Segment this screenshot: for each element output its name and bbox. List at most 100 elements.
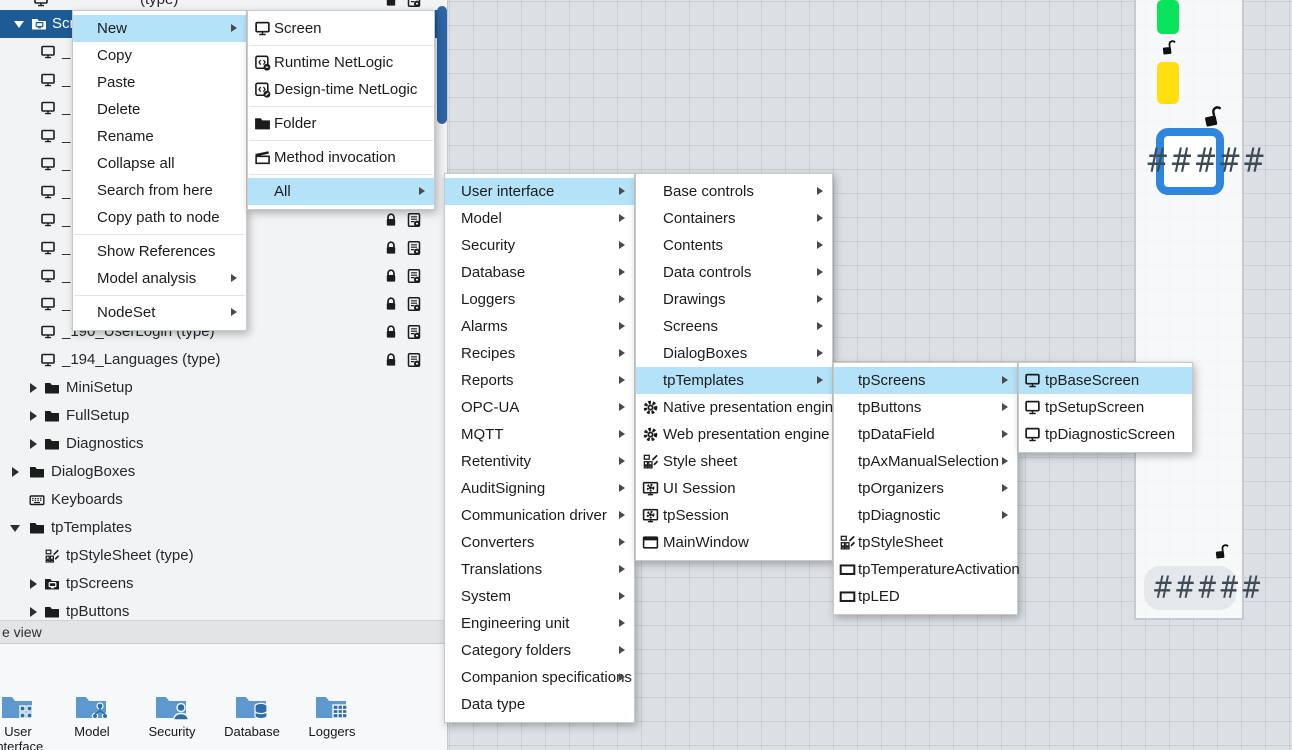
menu-item-paste[interactable]: Paste bbox=[73, 69, 246, 96]
yellow-indicator-widget[interactable] bbox=[1157, 62, 1179, 104]
lock-icon[interactable] bbox=[383, 0, 399, 8]
collapse-arrow-icon[interactable] bbox=[10, 525, 20, 532]
lock-icon[interactable] bbox=[383, 324, 399, 340]
menu-item-translations[interactable]: Translations bbox=[445, 556, 634, 583]
menu-item-security[interactable]: Security bbox=[445, 232, 634, 259]
menu-item-tptemperatureactivation[interactable]: tpTemperatureActivation bbox=[834, 556, 1017, 583]
menu-item-all[interactable]: All bbox=[248, 178, 434, 205]
menu-item-tptemplates[interactable]: tpTemplates bbox=[636, 367, 832, 394]
menu-item-tpbasescreen[interactable]: tpBaseScreen bbox=[1019, 367, 1192, 394]
menu-item-base-controls[interactable]: Base controls bbox=[636, 178, 832, 205]
menu-item-retentivity[interactable]: Retentivity bbox=[445, 448, 634, 475]
menu-item-mqtt[interactable]: MQTT bbox=[445, 421, 634, 448]
expand-arrow-icon[interactable] bbox=[30, 439, 37, 449]
collapse-arrow-icon[interactable] bbox=[14, 21, 24, 28]
menu-item-model[interactable]: Model bbox=[445, 205, 634, 232]
menu-item-database[interactable]: Database bbox=[445, 259, 634, 286]
menu-item-native-presentation-engine[interactable]: Native presentation engine bbox=[636, 394, 832, 421]
menu-item-web-presentation-engine[interactable]: Web presentation engine bbox=[636, 421, 832, 448]
node-settings-icon[interactable] bbox=[406, 296, 422, 312]
tree-row[interactable]: _194_Languages (type) bbox=[0, 346, 448, 374]
lock-icon[interactable] bbox=[383, 212, 399, 228]
toolbar-item-user-interface[interactable]: User Interface bbox=[0, 692, 53, 750]
menu-item-drawings[interactable]: Drawings bbox=[636, 286, 832, 313]
expand-arrow-icon[interactable] bbox=[30, 411, 37, 421]
menu-item-screens[interactable]: Screens bbox=[636, 313, 832, 340]
menu-item-tpsession[interactable]: tpSession bbox=[636, 502, 832, 529]
menu-item-show-references[interactable]: Show References bbox=[73, 238, 246, 265]
expand-arrow-icon[interactable] bbox=[30, 607, 37, 617]
tree-row[interactable]: tpStyleSheet (type) bbox=[0, 542, 448, 570]
menu-item-search-from-here[interactable]: Search from here bbox=[73, 177, 246, 204]
menu-item-ui-session[interactable]: UI Session bbox=[636, 475, 832, 502]
node-settings-icon[interactable] bbox=[406, 352, 422, 368]
menu-item-tpled[interactable]: tpLED bbox=[834, 583, 1017, 610]
tree-row[interactable]: tpScreens bbox=[0, 570, 448, 598]
tree-row[interactable]: Keyboards bbox=[0, 486, 448, 514]
menu-item-tpaxmanualselection[interactable]: tpAxManualSelection bbox=[834, 448, 1017, 475]
menu-item-converters[interactable]: Converters bbox=[445, 529, 634, 556]
lock-icon[interactable] bbox=[383, 296, 399, 312]
menu-item-delete[interactable]: Delete bbox=[73, 96, 246, 123]
menu-item-mainwindow[interactable]: MainWindow bbox=[636, 529, 832, 556]
menu-item-user-interface[interactable]: User interface bbox=[445, 178, 634, 205]
menu-item-communication-driver[interactable]: Communication driver bbox=[445, 502, 634, 529]
green-indicator-widget[interactable] bbox=[1157, 0, 1179, 34]
menu-item-containers[interactable]: Containers bbox=[636, 205, 832, 232]
menu-item-contents[interactable]: Contents bbox=[636, 232, 832, 259]
lock-icon[interactable] bbox=[383, 352, 399, 368]
menu-item-opc-ua[interactable]: OPC-UA bbox=[445, 394, 634, 421]
menu-item-method-invocation[interactable]: Method invocation bbox=[248, 144, 434, 171]
menu-item-dialogboxes[interactable]: DialogBoxes bbox=[636, 340, 832, 367]
toolbar-item-security[interactable]: Security bbox=[137, 692, 207, 739]
menu-item-loggers[interactable]: Loggers bbox=[445, 286, 634, 313]
menu-item-nodeset[interactable]: NodeSet bbox=[73, 299, 246, 326]
lock-icon[interactable] bbox=[383, 268, 399, 284]
menu-item-design-time-netlogic[interactable]: Design-time NetLogic bbox=[248, 76, 434, 103]
menu-item-collapse-all[interactable]: Collapse all bbox=[73, 150, 246, 177]
toolbar-item-database[interactable]: Database bbox=[217, 692, 287, 739]
toolbar-item-loggers[interactable]: Loggers bbox=[297, 692, 367, 739]
node-settings-icon[interactable] bbox=[406, 324, 422, 340]
menu-item-data-controls[interactable]: Data controls bbox=[636, 259, 832, 286]
canvas-column[interactable]: ##### ##### bbox=[1134, 0, 1244, 620]
tree-row[interactable]: tpTemplates bbox=[0, 514, 448, 542]
menu-item-category-folders[interactable]: Category folders bbox=[445, 637, 634, 664]
menu-item-data-type[interactable]: Data type bbox=[445, 691, 634, 718]
menu-item-rename[interactable]: Rename bbox=[73, 123, 246, 150]
menu-item-screen[interactable]: Screen bbox=[248, 15, 434, 42]
menu-item-tpsetupscreen[interactable]: tpSetupScreen bbox=[1019, 394, 1192, 421]
menu-item-model-analysis[interactable]: Model analysis bbox=[73, 265, 246, 292]
expand-arrow-icon[interactable] bbox=[30, 579, 37, 589]
menu-item-runtime-netlogic[interactable]: Runtime NetLogic bbox=[248, 49, 434, 76]
menu-item-tpbuttons[interactable]: tpButtons bbox=[834, 394, 1017, 421]
node-settings-icon[interactable] bbox=[406, 212, 422, 228]
tree-row[interactable]: FullSetup bbox=[0, 402, 448, 430]
menu-item-engineering-unit[interactable]: Engineering unit bbox=[445, 610, 634, 637]
expand-arrow-icon[interactable] bbox=[12, 467, 19, 477]
menu-item-alarms[interactable]: Alarms bbox=[445, 313, 634, 340]
node-settings-icon[interactable] bbox=[406, 268, 422, 284]
menu-item-auditsigning[interactable]: AuditSigning bbox=[445, 475, 634, 502]
menu-item-tpdiagnostic[interactable]: tpDiagnostic bbox=[834, 502, 1017, 529]
tree-row[interactable]: MiniSetup bbox=[0, 374, 448, 402]
menu-item-tpdatafield[interactable]: tpDataField bbox=[834, 421, 1017, 448]
menu-item-tporganizers[interactable]: tpOrganizers bbox=[834, 475, 1017, 502]
menu-item-folder[interactable]: Folder bbox=[248, 110, 434, 137]
menu-item-new[interactable]: New bbox=[73, 15, 246, 42]
menu-item-recipes[interactable]: Recipes bbox=[445, 340, 634, 367]
menu-item-tpdiagnosticscreen[interactable]: tpDiagnosticScreen bbox=[1019, 421, 1192, 448]
menu-item-tpstylesheet[interactable]: tpStyleSheet bbox=[834, 529, 1017, 556]
node-settings-icon[interactable] bbox=[406, 240, 422, 256]
expand-arrow-icon[interactable] bbox=[30, 383, 37, 393]
lock-icon[interactable] bbox=[383, 240, 399, 256]
menu-item-system[interactable]: System bbox=[445, 583, 634, 610]
toolbar-item-model[interactable]: Model bbox=[57, 692, 127, 739]
menu-item-reports[interactable]: Reports bbox=[445, 367, 634, 394]
menu-item-style-sheet[interactable]: Style sheet bbox=[636, 448, 832, 475]
menu-item-tpscreens[interactable]: tpScreens bbox=[834, 367, 1017, 394]
tree-row[interactable]: DialogBoxes bbox=[0, 458, 448, 486]
menu-item-copy[interactable]: Copy bbox=[73, 42, 246, 69]
menu-item-companion-specifications[interactable]: Companion specifications bbox=[445, 664, 634, 691]
menu-item-copy-path-to-node[interactable]: Copy path to node bbox=[73, 204, 246, 231]
